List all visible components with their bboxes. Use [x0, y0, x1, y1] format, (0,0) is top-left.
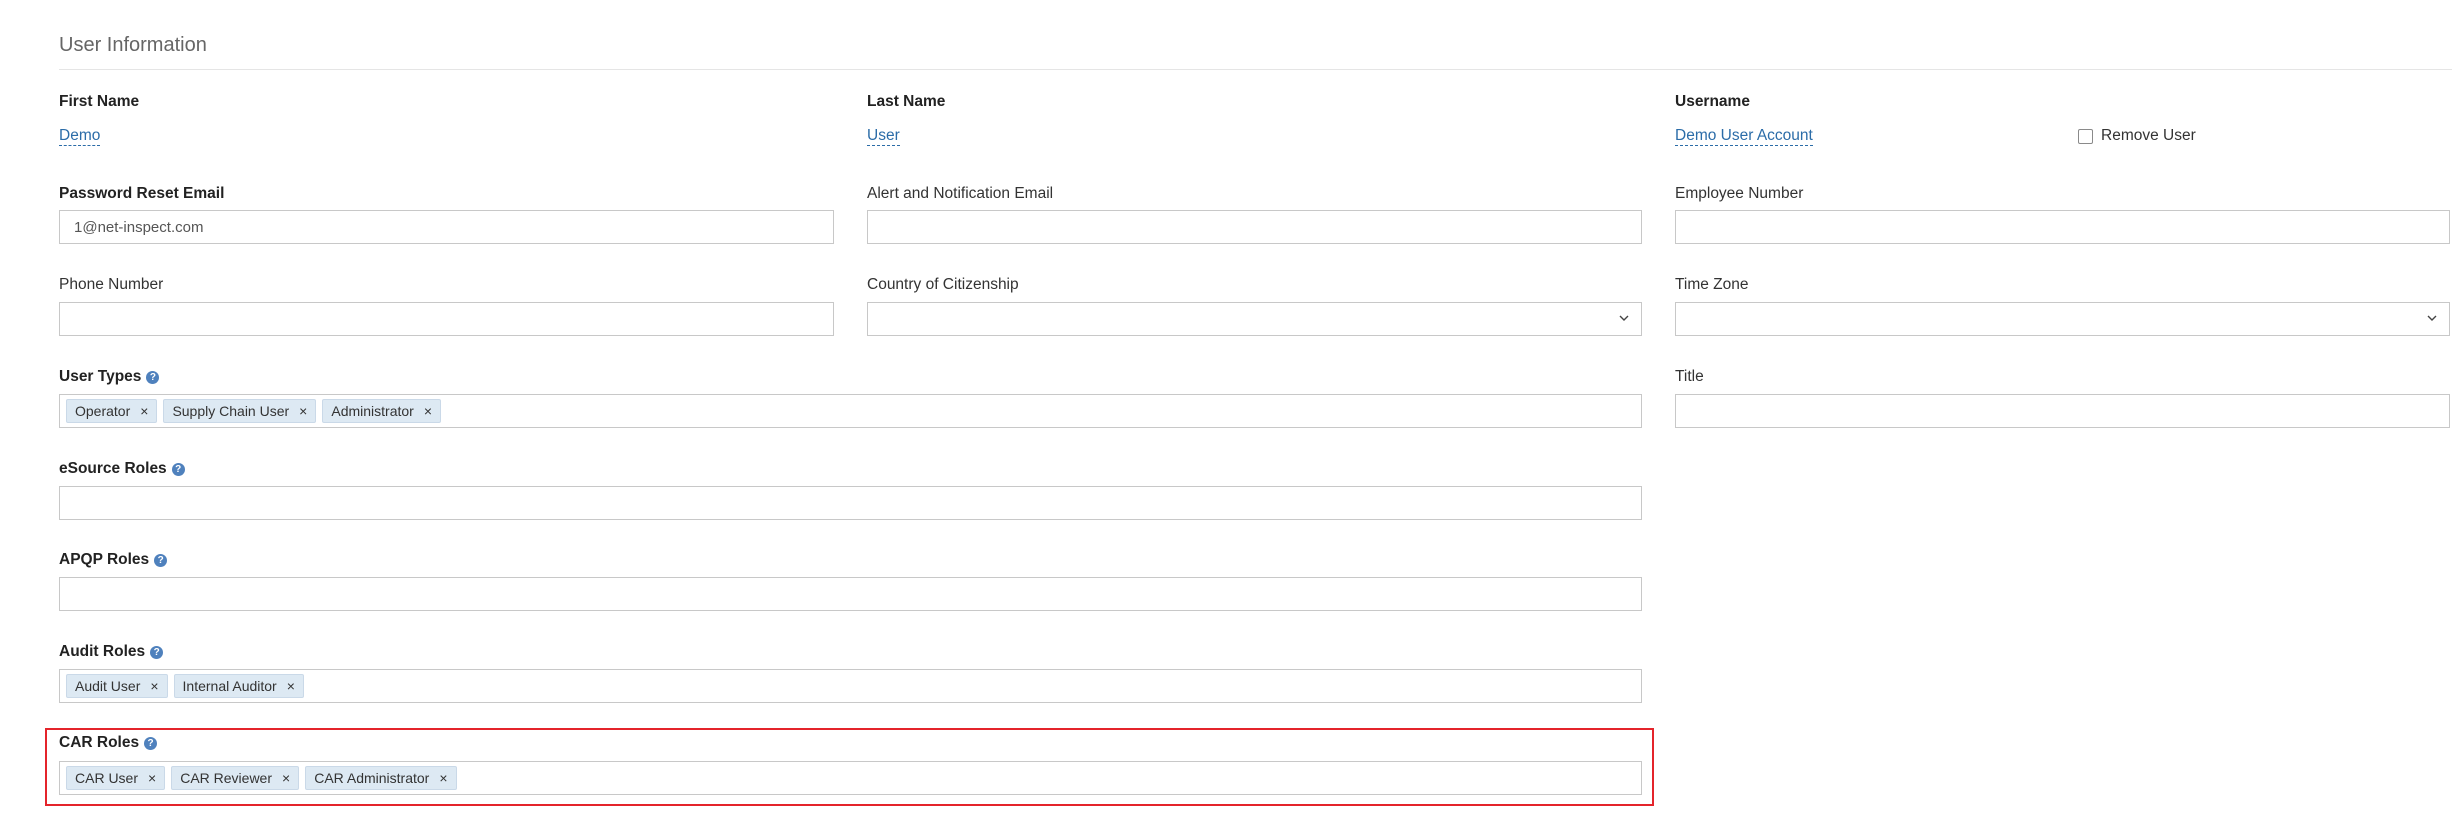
remove-tag-icon[interactable]: ×	[148, 770, 156, 786]
car-roles-label: CAR Roles?	[59, 734, 158, 752]
first-name-value[interactable]: Demo	[59, 127, 101, 146]
time-zone-select[interactable]	[1675, 302, 2450, 336]
help-icon[interactable]: ?	[144, 737, 158, 750]
help-icon[interactable]: ?	[150, 646, 164, 659]
user-type-tag: Supply Chain User ×	[163, 399, 317, 423]
tag-label: CAR Administrator	[314, 770, 430, 786]
remove-user-checkbox[interactable]	[2078, 129, 2093, 144]
car-role-tag: CAR Administrator ×	[305, 766, 457, 790]
audit-role-tag: Audit User ×	[66, 674, 168, 698]
chevron-down-icon	[2427, 315, 2437, 321]
help-icon[interactable]: ?	[146, 371, 160, 384]
title-field[interactable]	[1675, 394, 2450, 428]
remove-tag-icon[interactable]: ×	[150, 678, 158, 694]
first-name-label: First Name	[59, 93, 140, 110]
time-zone-label: Time Zone	[1675, 276, 1749, 293]
country-select[interactable]	[867, 302, 1642, 336]
audit-roles-label-text: Audit Roles	[59, 643, 146, 660]
esource-roles-label-text: eSource Roles	[59, 460, 167, 477]
alert-email-label: Alert and Notification Email	[867, 185, 1054, 202]
car-roles-label-text: CAR Roles	[59, 734, 140, 751]
remove-tag-icon[interactable]: ×	[424, 403, 432, 419]
username-value[interactable]: Demo User Account	[1675, 127, 1813, 146]
title-label: Title	[1675, 368, 1704, 385]
user-types-label: User Types?	[59, 368, 160, 386]
tag-label: Internal Auditor	[182, 678, 277, 694]
esource-roles-field[interactable]	[59, 486, 1642, 520]
remove-tag-icon[interactable]: ×	[140, 403, 148, 419]
audit-roles-label: Audit Roles?	[59, 643, 164, 661]
apqp-roles-label: APQP Roles?	[59, 551, 168, 569]
section-divider	[59, 69, 2452, 70]
last-name-label: Last Name	[867, 93, 946, 110]
phone-number-label: Phone Number	[59, 276, 164, 293]
audit-roles-field[interactable]: Audit User × Internal Auditor ×	[59, 669, 1642, 703]
remove-tag-icon[interactable]: ×	[282, 770, 290, 786]
remove-tag-icon[interactable]: ×	[299, 403, 307, 419]
help-icon[interactable]: ?	[171, 463, 185, 476]
car-role-tag: CAR User ×	[66, 766, 166, 790]
apqp-roles-label-text: APQP Roles	[59, 551, 150, 568]
last-name-value[interactable]: User	[867, 127, 900, 146]
user-types-label-text: User Types	[59, 368, 142, 385]
chevron-down-icon	[1619, 315, 1629, 321]
user-type-tag: Administrator ×	[322, 399, 442, 423]
apqp-roles-field[interactable]	[59, 577, 1642, 611]
tag-label: CAR User	[75, 770, 139, 786]
password-reset-email-field[interactable]: 1@net-inspect.com	[59, 210, 834, 244]
password-reset-email-value: 1@net-inspect.com	[74, 219, 204, 236]
remove-tag-icon[interactable]: ×	[439, 770, 447, 786]
employee-number-field[interactable]	[1675, 210, 2450, 244]
country-label: Country of Citizenship	[867, 276, 1019, 293]
remove-tag-icon[interactable]: ×	[287, 678, 295, 694]
section-title: User Information	[59, 34, 207, 56]
username-label: Username	[1675, 93, 1750, 110]
user-types-field[interactable]: Operator × Supply Chain User × Administrat…	[59, 394, 1642, 428]
tag-label: Operator	[75, 403, 131, 419]
employee-number-label: Employee Number	[1675, 185, 1804, 202]
tag-label: Audit User	[75, 678, 141, 694]
car-roles-field[interactable]: CAR User × CAR Reviewer × CAR Administrato…	[59, 761, 1642, 795]
alert-email-field[interactable]	[867, 210, 1642, 244]
help-icon[interactable]: ?	[154, 554, 168, 567]
audit-role-tag: Internal Auditor ×	[173, 674, 304, 698]
car-role-tag: CAR Reviewer ×	[171, 766, 300, 790]
tag-label: CAR Reviewer	[180, 770, 273, 786]
remove-user-label: Remove User	[2101, 127, 2196, 144]
password-reset-email-label: Password Reset Email	[59, 185, 225, 202]
user-type-tag: Operator ×	[66, 399, 158, 423]
esource-roles-label: eSource Roles?	[59, 460, 185, 478]
tag-label: Supply Chain User	[172, 403, 290, 419]
phone-number-field[interactable]	[59, 302, 834, 336]
tag-label: Administrator	[331, 403, 414, 419]
